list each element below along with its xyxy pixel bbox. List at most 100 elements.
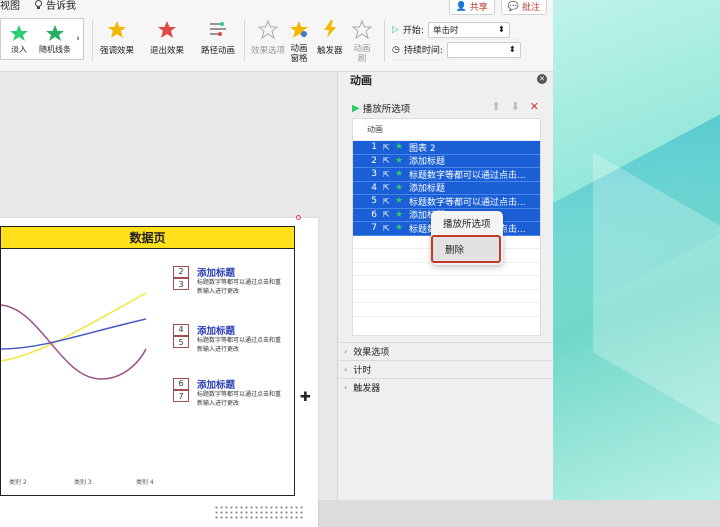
series-blue-line — [1, 318, 147, 350]
legend-number: 5 — [173, 336, 189, 348]
mouse-icon: ⇱ — [383, 196, 390, 206]
section-timing[interactable]: › 计时 — [338, 360, 554, 378]
section-label: 触发器 — [353, 384, 381, 394]
exit-star-icon — [158, 20, 176, 38]
exit-effect-button[interactable]: 退出效果 — [150, 18, 184, 56]
comment-label: 批注 — [521, 3, 540, 13]
animation-pane: 动画 ✕ ▶ 播放所选项 ⬆ ⬇ ✕ 动画 1 ⇱ ★ 图表 2 2 ⇱ ★ 添加标题 3 ⇱… — [337, 72, 554, 500]
legend-desc: 标题数字等都可以通过点击和重新输入进行更改 — [197, 279, 282, 295]
list-item[interactable]: 2 ⇱ ★ 添加标题 — [353, 154, 540, 168]
legend-number: 6 — [173, 377, 189, 390]
entrance-star-icon: ★ — [395, 223, 404, 234]
chevron-updown-icon: ⬍ — [497, 24, 505, 35]
animation-gallery[interactable]: 淡入 随机线条 › — [0, 18, 84, 60]
item-number: 4 — [371, 182, 377, 193]
play-selected-button[interactable]: ▶ 播放所选项 — [352, 101, 411, 116]
play-selected-label: 播放所选项 — [362, 104, 411, 115]
list-item[interactable]: 5 ⇱ ★ 标题数字等都可以通过点击... — [353, 195, 540, 209]
motion-path-button[interactable]: 路径动画 — [201, 18, 235, 56]
item-number: 7 — [371, 223, 377, 234]
x-label: 类别 2 — [9, 479, 27, 486]
item-number: 5 — [371, 196, 377, 207]
item-text: 标题数字等都可以通过点击... — [409, 197, 526, 208]
mouse-icon: ⇱ — [383, 169, 390, 179]
legend-group-3[interactable]: 6 添加标题 7 标题数字等都可以通过点击和重新输入进行更改 — [173, 377, 293, 407]
gallery-item-random-bars[interactable]: 随机线条 — [37, 19, 73, 59]
list-header: 动画 — [353, 119, 540, 141]
item-number: 6 — [371, 209, 377, 220]
legend-desc: 标题数字等都可以通过点击和重新输入进行更改 — [197, 337, 282, 353]
effect-options-icon — [258, 19, 278, 39]
gallery-more-icon[interactable]: › — [73, 19, 83, 59]
animation-pane-button[interactable]: 动画 窗格 — [288, 18, 310, 64]
desktop-background — [553, 0, 720, 500]
crosshair-cursor-icon: ✚ — [300, 390, 311, 405]
tell-me[interactable]: 告诉我 — [34, 0, 76, 12]
share-button[interactable]: 👤 共享 — [448, 0, 495, 15]
trigger-button[interactable]: 触发器 — [317, 18, 343, 56]
legend-title: 添加标题 — [197, 325, 236, 337]
gallery-label-fade: 淡入 — [11, 44, 27, 54]
item-text: 添加标题 — [409, 157, 446, 168]
entrance-star-icon: ★ — [395, 209, 404, 220]
entrance-star-icon: ★ — [395, 169, 404, 180]
comment-button[interactable]: 💬 批注 — [500, 0, 547, 15]
list-item[interactable]: 3 ⇱ ★ 标题数字等都可以通过点击... — [353, 168, 540, 182]
move-down-icon[interactable]: ⬇ — [511, 100, 520, 113]
item-text: 添加标题 — [409, 184, 446, 195]
chevron-right-icon: › — [344, 383, 348, 392]
x-label: 类别 3 — [74, 479, 92, 486]
mouse-icon: ⇱ — [383, 210, 390, 220]
legend-group-2[interactable]: 4 添加标题 5 标题数字等都可以通过点击和重新输入进行更改 — [173, 323, 293, 353]
delete-x-icon[interactable]: ✕ — [530, 100, 539, 113]
emphasis-star-icon — [108, 20, 126, 38]
mouse-icon: ⇱ — [383, 183, 390, 193]
divider — [92, 20, 93, 62]
animation-painter-button[interactable]: 动画 刷 — [351, 18, 373, 64]
item-number: 1 — [371, 142, 377, 153]
fade-star-icon — [10, 24, 28, 41]
chart-card[interactable]: 数据页 2 添加标题 3 标题数字等都可以通过点击和重新输入进行更改 4 添加标题 5… — [0, 226, 295, 496]
lightbulb-icon — [35, 0, 42, 9]
menu-view[interactable]: 视图 — [0, 0, 20, 12]
line-chart — [1, 292, 147, 380]
move-up-icon[interactable]: ⬆ — [491, 100, 500, 113]
empty-row — [353, 303, 540, 317]
legend-number: 4 — [173, 323, 189, 336]
motion-path-icon — [210, 22, 226, 36]
duration-input[interactable]: ⬍ — [446, 41, 521, 58]
start-dropdown[interactable]: 单击时 ⬍ — [427, 21, 510, 38]
list-item[interactable]: 1 ⇱ ★ 图表 2 — [353, 141, 540, 155]
section-trigger[interactable]: › 触发器 — [338, 378, 554, 396]
list-item[interactable]: 4 ⇱ ★ 添加标题 — [353, 181, 540, 195]
series-purple-line — [1, 304, 147, 380]
pane-tools: ⬆ ⬇ ✕ — [491, 100, 539, 113]
animation-pane-icon — [290, 20, 308, 38]
entrance-star-icon: ★ — [395, 182, 404, 193]
item-text: 标题数字等都可以通过点击... — [409, 170, 526, 181]
item-number: 3 — [371, 169, 377, 180]
share-label: 共享 — [469, 3, 488, 13]
item-number: 2 — [371, 155, 377, 166]
close-icon[interactable]: ✕ — [537, 74, 547, 84]
lightning-icon — [323, 20, 336, 38]
duration-label: 持续时间: — [403, 46, 443, 56]
section-effect-options[interactable]: › 效果选项 — [338, 342, 554, 360]
start-value: 单击时 — [432, 25, 459, 36]
comment-icon: 💬 — [507, 1, 519, 12]
gallery-item-fade[interactable]: 淡入 — [1, 19, 37, 59]
context-play-selected[interactable]: 播放所选项 — [431, 211, 503, 235]
emphasis-effect-button[interactable]: 强调效果 — [100, 18, 134, 56]
divider — [384, 20, 385, 62]
entrance-star-icon: ★ — [395, 196, 404, 207]
chevron-right-icon: › — [344, 347, 348, 356]
emphasis-label: 强调效果 — [100, 46, 135, 56]
timing-group: ▷ 开始: 单击时 ⬍ ◷ 持续时间: ⬍ — [392, 20, 521, 60]
legend-title: 添加标题 — [197, 267, 236, 279]
effect-options-label: 效果选项 — [251, 46, 286, 56]
legend-group-1[interactable]: 2 添加标题 3 标题数字等都可以通过点击和重新输入进行更改 — [173, 265, 293, 295]
slide-canvas[interactable]: 数据页 2 添加标题 3 标题数字等都可以通过点击和重新输入进行更改 4 添加标题 5… — [0, 218, 318, 527]
context-delete[interactable]: 删除 — [431, 235, 501, 263]
effect-options-button[interactable]: 效果选项 — [251, 18, 285, 56]
exit-label: 退出效果 — [150, 46, 185, 56]
